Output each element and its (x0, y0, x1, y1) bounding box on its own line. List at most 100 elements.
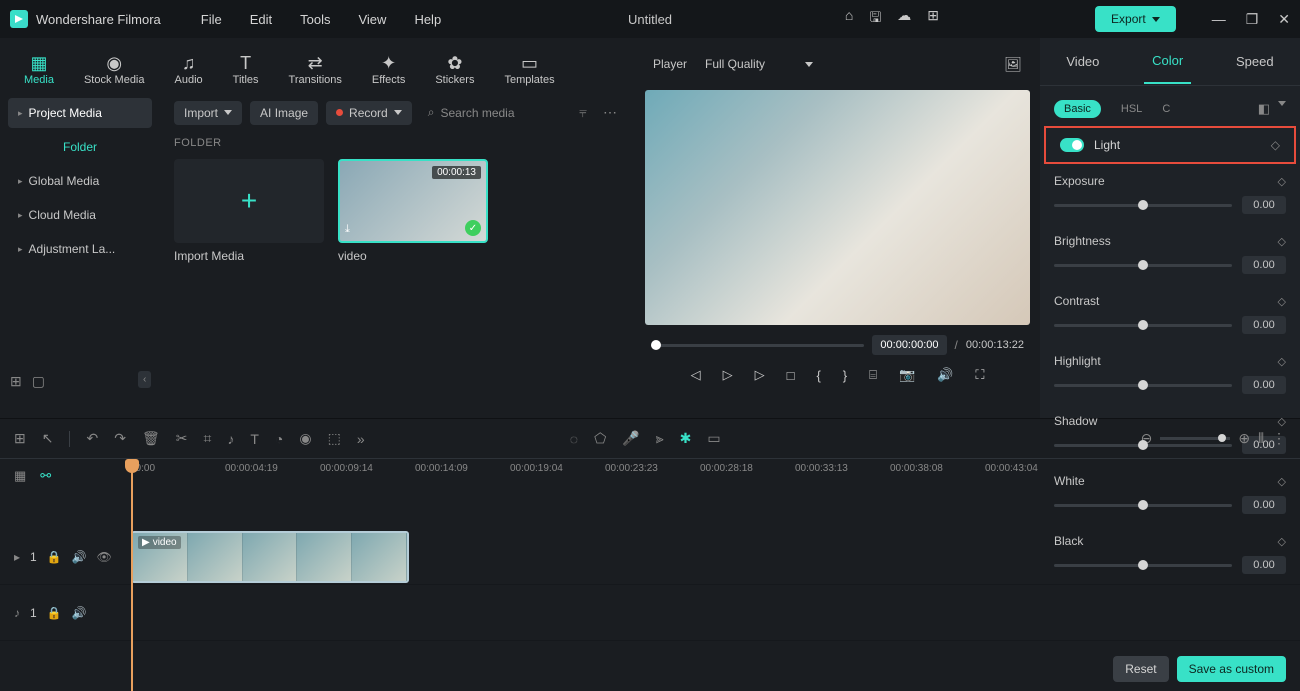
zoom-menu-icon[interactable]: ⋮ (1272, 430, 1286, 447)
quality-dropdown[interactable]: Full Quality (705, 57, 813, 71)
exposure-slider[interactable] (1054, 204, 1232, 207)
white-value[interactable]: 0.00 (1242, 496, 1286, 514)
reset-icon[interactable]: ◇ (1278, 175, 1286, 188)
module-effects[interactable]: ✦Effects (366, 53, 411, 86)
new-folder-icon[interactable]: ⊞ (10, 373, 22, 390)
preview-scrubber[interactable] (651, 344, 864, 347)
collapse-sidebar-button[interactable]: ‹ (138, 371, 151, 388)
tab-speed[interactable]: Speed (1228, 40, 1282, 83)
apps-icon[interactable]: ⊞ (927, 7, 939, 31)
close-icon[interactable]: ✕ (1278, 11, 1290, 28)
sidebar-folder[interactable]: Folder (8, 132, 152, 162)
more-tools-icon[interactable]: » (357, 431, 365, 447)
tab-video[interactable]: Video (1058, 40, 1107, 83)
mute-icon[interactable]: 🔊 (72, 550, 87, 564)
reset-icon[interactable]: ◇ (1278, 295, 1286, 308)
prev-frame-icon[interactable]: ◁ (691, 367, 701, 383)
record-button[interactable]: Record (326, 101, 412, 125)
zoom-slider[interactable] (1160, 437, 1230, 440)
sidebar-cloud-media[interactable]: ▸Cloud Media (8, 200, 152, 230)
folder-icon[interactable]: ▢ (32, 373, 45, 390)
reset-icon[interactable]: ◇ (1278, 415, 1286, 428)
subtab-curves[interactable]: C (1162, 103, 1170, 115)
reset-icon[interactable]: ◇ (1278, 355, 1286, 368)
split-icon[interactable]: ✂ (176, 430, 188, 447)
timeline-ruler[interactable]: ▦ ⚯ 00:0000:00:04:1900:00:09:1400:00:14:… (0, 459, 1300, 493)
mixer-icon[interactable]: ⫸ (656, 430, 664, 447)
visibility-icon[interactable]: 👁 (97, 550, 112, 564)
display-icon[interactable]: ⌸ (869, 367, 877, 383)
sidebar-project-media[interactable]: ▸Project Media (8, 98, 152, 128)
shadow-slider[interactable] (1054, 444, 1232, 447)
subtab-basic[interactable]: Basic (1054, 100, 1101, 118)
snap-icon[interactable]: ◌ (570, 431, 578, 447)
ai-image-button[interactable]: AI Image (250, 101, 318, 125)
filter-icon[interactable]: ⫧ (575, 104, 591, 121)
menu-view[interactable]: View (358, 12, 386, 27)
mark-out-icon[interactable]: } (843, 368, 847, 383)
compare-icon[interactable]: ◧ (1258, 101, 1270, 117)
timeline-clip[interactable]: ▶video (131, 531, 409, 583)
tab-color[interactable]: Color (1144, 39, 1191, 84)
text-icon[interactable]: T (250, 431, 259, 447)
stop-icon[interactable]: □ (787, 368, 795, 383)
contrast-value[interactable]: 0.00 (1242, 316, 1286, 334)
video-track[interactable]: ▸ 1 🔒 🔊 👁 ▶video (0, 529, 1300, 585)
reset-button[interactable]: Reset (1113, 656, 1168, 682)
lock-icon[interactable]: 🔒 (47, 606, 62, 620)
music-icon[interactable]: ♪ (227, 431, 234, 447)
audio-track[interactable]: ♪ 1 🔒 🔊 (0, 585, 1300, 641)
play-icon[interactable]: ▷ (723, 367, 733, 383)
undo-icon[interactable]: ↶ (86, 430, 98, 447)
crop-icon[interactable]: ⌗ (203, 430, 211, 447)
brightness-slider[interactable] (1054, 264, 1232, 267)
device-icon[interactable]: ⌂ (845, 7, 853, 31)
grid-icon[interactable]: ⊞ (14, 430, 26, 447)
zoom-fit-icon[interactable]: ⫴ (1258, 430, 1264, 447)
color-icon[interactable]: ◉ (299, 430, 311, 447)
fullscreen-icon[interactable]: ⛶ (975, 367, 984, 383)
zoom-in-icon[interactable]: ⊕ (1238, 430, 1250, 447)
lock-icon[interactable]: 🔒 (47, 550, 62, 564)
delete-icon[interactable]: 🗑 (142, 430, 160, 447)
maximize-icon[interactable]: ❐ (1246, 11, 1259, 28)
exposure-value[interactable]: 0.00 (1242, 196, 1286, 214)
speed-icon[interactable]: ◔ (275, 431, 283, 447)
play-forward-icon[interactable]: ▷ (755, 367, 765, 383)
render-icon[interactable]: ▭ (707, 430, 720, 447)
link-icon[interactable]: ⚯ (40, 468, 51, 484)
more-icon[interactable]: ⋯ (599, 104, 621, 121)
volume-icon[interactable]: 🔊 (937, 367, 953, 383)
marker-icon[interactable]: ⬠ (594, 430, 606, 447)
camera-icon[interactable]: 📷 (899, 367, 915, 383)
light-toggle[interactable] (1060, 138, 1084, 152)
contrast-slider[interactable] (1054, 324, 1232, 327)
search-input[interactable]: ⌕Search media (420, 100, 567, 125)
subtab-hsl[interactable]: HSL (1121, 103, 1142, 115)
reset-icon[interactable]: ◇ (1271, 138, 1280, 152)
snapshot-icon[interactable]: 🖼 (1004, 56, 1022, 73)
save-icon[interactable]: 🖫 (869, 7, 881, 31)
white-slider[interactable] (1054, 504, 1232, 507)
module-stickers[interactable]: ✿Stickers (429, 53, 480, 86)
mic-icon[interactable]: 🎤 (622, 430, 639, 447)
menu-help[interactable]: Help (414, 12, 441, 27)
redo-icon[interactable]: ↷ (114, 430, 126, 447)
menu-edit[interactable]: Edit (250, 12, 272, 27)
module-transitions[interactable]: ⇄Transitions (283, 53, 348, 86)
playhead[interactable] (131, 459, 133, 691)
highlight-slider[interactable] (1054, 384, 1232, 387)
mark-in-icon[interactable]: { (816, 368, 820, 383)
menu-tools[interactable]: Tools (300, 12, 330, 27)
auto-icon[interactable]: ✱ (680, 430, 692, 447)
highlight-value[interactable]: 0.00 (1242, 376, 1286, 394)
module-media[interactable]: ▦Media (18, 53, 60, 86)
sidebar-global-media[interactable]: ▸Global Media (8, 166, 152, 196)
sidebar-adjustment-layer[interactable]: ▸Adjustment La... (8, 234, 152, 264)
export-button[interactable]: Export (1095, 6, 1176, 32)
save-as-custom-button[interactable]: Save as custom (1177, 656, 1286, 682)
preview-viewport[interactable] (645, 90, 1030, 325)
module-templates[interactable]: ▭Templates (498, 53, 560, 86)
brightness-value[interactable]: 0.00 (1242, 256, 1286, 274)
cloud-icon[interactable]: ☁ (897, 7, 911, 31)
